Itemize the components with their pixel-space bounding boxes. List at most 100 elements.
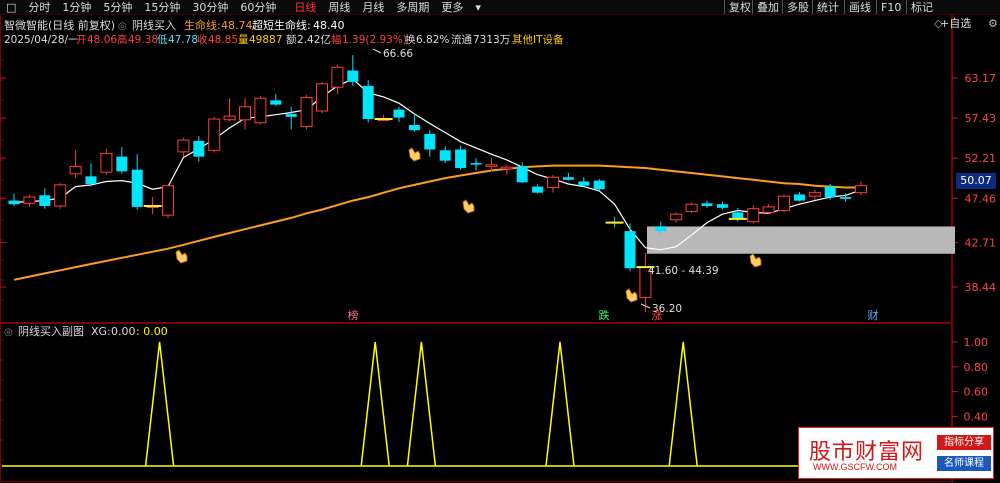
period-tab-5[interactable]: 60分钟: [234, 0, 282, 15]
candle[interactable]: [716, 201, 728, 210]
candle[interactable]: [162, 184, 174, 218]
favorite-icon: ◇: [934, 16, 943, 30]
period-tab-8[interactable]: 月线: [356, 0, 390, 15]
add-favorite-button[interactable]: +自选: [940, 16, 971, 30]
candle[interactable]: [116, 147, 128, 174]
candle[interactable]: [808, 190, 821, 200]
candle[interactable]: [762, 204, 775, 215]
candle[interactable]: [578, 177, 590, 186]
sub-indicator-icon: ◎: [4, 327, 13, 338]
candle-body: [316, 83, 328, 112]
candle-body: [300, 97, 313, 127]
candle[interactable]: [254, 96, 267, 125]
price-axis-label: 42.71: [965, 237, 997, 250]
candle[interactable]: [239, 98, 251, 130]
info-chg_label: 幅: [331, 33, 342, 46]
candle[interactable]: [69, 150, 82, 179]
candle[interactable]: [562, 173, 574, 181]
candle[interactable]: [285, 106, 297, 130]
toolbar-button-multi[interactable]: 多股: [782, 0, 809, 14]
candle-body: [362, 85, 374, 120]
candle[interactable]: [593, 178, 605, 191]
toolbar-button-mark[interactable]: 标记: [906, 0, 933, 14]
sub-axis-label: 0.40: [964, 410, 989, 423]
candle-body: [54, 184, 67, 207]
candle[interactable]: [193, 136, 205, 162]
candle[interactable]: [270, 94, 282, 107]
price-axis-label: 47.46: [965, 192, 997, 205]
candle[interactable]: [701, 200, 713, 208]
candle[interactable]: [300, 94, 313, 130]
settings-icon[interactable]: ⚙: [988, 16, 998, 30]
candle[interactable]: [23, 194, 36, 207]
candle-body: [162, 185, 174, 216]
candle[interactable]: [131, 154, 143, 210]
xg-spike: [406, 341, 437, 467]
candle[interactable]: [177, 137, 190, 157]
candle-body: [655, 226, 667, 232]
candle[interactable]: [793, 191, 805, 202]
period-tab-4[interactable]: 30分钟: [186, 0, 234, 15]
candle[interactable]: [8, 193, 20, 207]
toolbar-button-f10[interactable]: F10: [876, 0, 901, 14]
candle[interactable]: [393, 106, 405, 122]
xg-spike: [144, 341, 175, 467]
candle[interactable]: [439, 146, 451, 164]
candle-body: [239, 106, 251, 121]
candle[interactable]: [39, 188, 51, 209]
period-tab-9[interactable]: 多周期: [390, 0, 435, 15]
period-tab-10[interactable]: 更多: [435, 0, 469, 15]
candle[interactable]: [747, 205, 760, 224]
period-tab-0[interactable]: 分时: [22, 0, 56, 15]
candle[interactable]: [455, 145, 467, 170]
period-tab-6[interactable]: 日线: [288, 0, 322, 15]
toolbar-button-stats[interactable]: 统计: [812, 0, 839, 14]
xg-spike: [668, 341, 698, 467]
candle[interactable]: [855, 181, 867, 196]
candle-body: [131, 169, 143, 207]
info-close_label: 收: [197, 33, 208, 46]
candle[interactable]: [223, 98, 236, 122]
candle-body: [840, 197, 852, 199]
candle[interactable]: [347, 55, 359, 86]
toolbar-button-overlay[interactable]: 叠加: [752, 0, 779, 14]
period-tab-1[interactable]: 1分钟: [56, 0, 97, 15]
candle[interactable]: [316, 81, 328, 114]
candle[interactable]: [840, 193, 852, 202]
candle[interactable]: [778, 194, 790, 213]
candle[interactable]: [547, 174, 559, 193]
candle[interactable]: [624, 223, 636, 272]
period-tab-2[interactable]: 5分钟: [97, 0, 138, 15]
indicator-icon: ◎: [118, 21, 127, 32]
candle[interactable]: [208, 116, 221, 153]
more-chevron-icon[interactable]: ▾: [469, 1, 487, 14]
candle[interactable]: [470, 158, 482, 171]
info-float_label: 流通: [451, 33, 472, 46]
candle[interactable]: [54, 183, 67, 209]
candle[interactable]: [639, 252, 652, 313]
candle[interactable]: [331, 64, 344, 95]
period-tab-3[interactable]: 15分钟: [138, 0, 186, 15]
candle[interactable]: [85, 163, 97, 187]
toolbar-button-draw[interactable]: 画线: [844, 0, 871, 14]
candle-body: [39, 195, 51, 207]
candle[interactable]: [685, 202, 698, 214]
sub-axis-label: 0.80: [964, 361, 989, 374]
info-amt_label: 额: [286, 33, 297, 46]
info-float: 7313万: [473, 34, 510, 46]
candle[interactable]: [532, 184, 544, 194]
candle-body: [593, 180, 605, 190]
candle-body: [578, 181, 590, 186]
candle-body: [285, 113, 297, 117]
candle[interactable]: [362, 79, 374, 123]
watermark-badge-share: 指标分享: [937, 435, 991, 450]
candle[interactable]: [100, 148, 113, 175]
candle[interactable]: [670, 212, 683, 223]
period-tab-7[interactable]: 周线: [322, 0, 356, 15]
hand-shape: [462, 199, 475, 214]
candle[interactable]: [424, 130, 436, 157]
high-annotation: 66.66: [383, 48, 413, 60]
toolbar-button-fuquan[interactable]: 复权: [724, 0, 751, 14]
candle[interactable]: [377, 114, 390, 122]
window-icon[interactable]: □: [0, 1, 22, 14]
